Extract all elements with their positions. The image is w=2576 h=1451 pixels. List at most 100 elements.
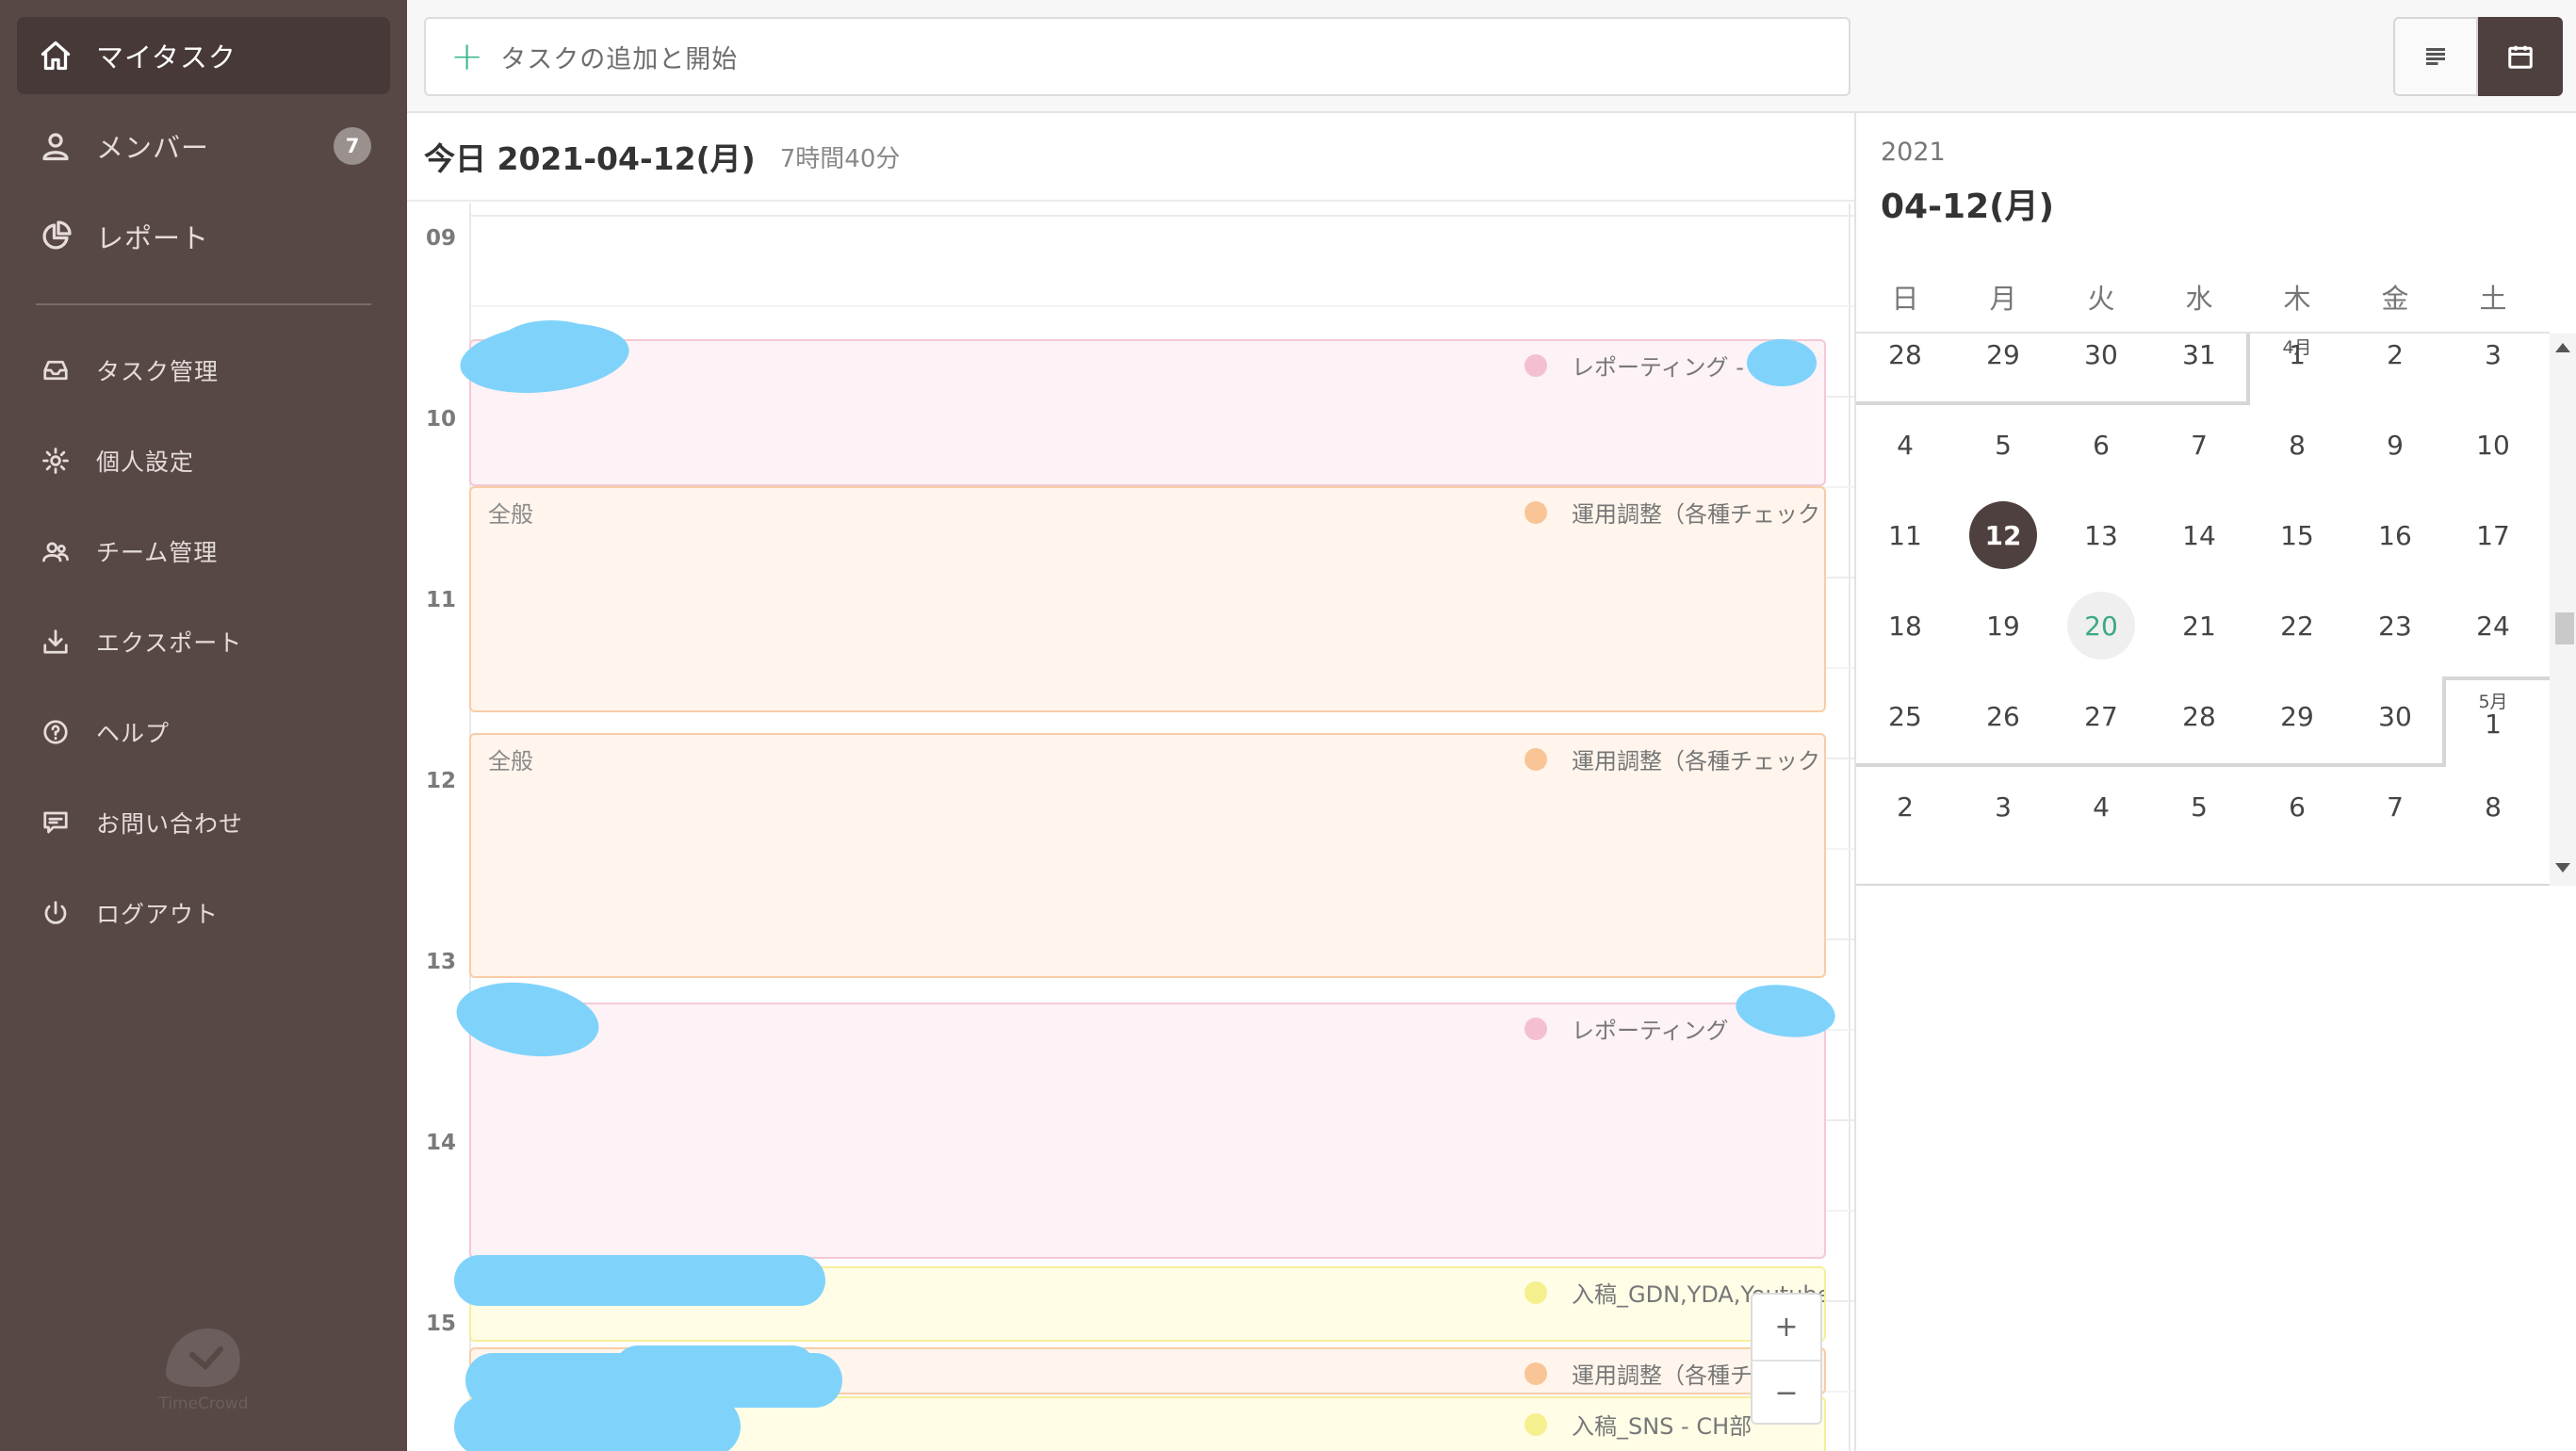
time-entry[interactable]: 全般 運用調整（各種チェック bbox=[469, 486, 1826, 712]
sidebar-item-team-management[interactable]: チーム管理 bbox=[17, 513, 390, 590]
calendar-day[interactable]: 8 bbox=[2248, 399, 2346, 490]
task-color-dot bbox=[1524, 747, 1547, 771]
task-color-dot bbox=[1524, 1280, 1547, 1304]
sidebar-item-label: メンバー bbox=[96, 132, 210, 164]
list-view-button[interactable] bbox=[2393, 17, 2478, 96]
calendar-day[interactable]: 4月 1 bbox=[2248, 309, 2346, 399]
calendar-day[interactable]: 25 bbox=[1856, 671, 1954, 761]
calendar-day[interactable]: 15 bbox=[2248, 490, 2346, 580]
scroll-down-arrow-icon[interactable] bbox=[2555, 863, 2570, 872]
sidebar-item-members[interactable]: メンバー 7 bbox=[17, 107, 390, 185]
calendar-day[interactable]: 11 bbox=[1856, 490, 1954, 580]
day-title: 今日 2021-04-12(月) bbox=[424, 140, 756, 177]
plus-icon: + bbox=[450, 33, 484, 79]
calendar-day[interactable]: 2 bbox=[2346, 309, 2444, 399]
sidebar-item-help[interactable]: ヘルプ bbox=[17, 693, 390, 771]
calendar-day[interactable]: 22 bbox=[2248, 580, 2346, 671]
sidebar-item-logout[interactable]: ログアウト bbox=[17, 874, 390, 952]
sidebar-item-label: お問い合わせ bbox=[96, 810, 244, 838]
calendar-day[interactable]: 4 bbox=[2052, 761, 2150, 852]
time-entry[interactable]: 全般 運用調整（各種チェック bbox=[469, 733, 1826, 978]
calendar-day[interactable]: 28 bbox=[1856, 309, 1954, 399]
calendar-day[interactable]: 7 bbox=[2150, 399, 2248, 490]
calendar-day[interactable]: 4 bbox=[1856, 399, 1954, 490]
calendar-day[interactable]: 26 bbox=[1954, 671, 2052, 761]
calendar-day[interactable]: 5 bbox=[2150, 761, 2248, 852]
calendar-scrollbar-thumb[interactable] bbox=[2555, 612, 2574, 644]
timeline-right-line bbox=[1849, 204, 1850, 1451]
calendar-scrollbar[interactable] bbox=[2550, 334, 2576, 886]
calendar-day[interactable]: 29 bbox=[2248, 671, 2346, 761]
calendar-day[interactable]: 17 bbox=[2444, 490, 2542, 580]
redaction-mark bbox=[454, 1396, 741, 1451]
add-task-input[interactable]: + タスクの追加と開始 bbox=[424, 17, 1850, 96]
hour-label: 11 bbox=[426, 588, 457, 612]
home-icon bbox=[36, 36, 75, 75]
sidebar-item-my-tasks[interactable]: マイタスク bbox=[17, 17, 390, 94]
sidebar-item-personal-settings[interactable]: 個人設定 bbox=[17, 422, 390, 499]
calendar-day[interactable]: 8 bbox=[2444, 761, 2542, 852]
calendar-day[interactable]: 5 bbox=[1954, 399, 2052, 490]
calendar-day[interactable]: 24 bbox=[2444, 580, 2542, 671]
calendar-day[interactable]: 29 bbox=[1954, 309, 2052, 399]
logo-text: TimeCrowd bbox=[158, 1394, 249, 1413]
calendar-day[interactable]: 2 bbox=[1856, 761, 1954, 852]
calendar-day[interactable]: 3 bbox=[1954, 761, 2052, 852]
calendar-day[interactable]: 23 bbox=[2346, 580, 2444, 671]
sidebar-item-report[interactable]: レポート bbox=[17, 198, 390, 275]
calendar-day[interactable]: 3 bbox=[2444, 309, 2542, 399]
calendar-day[interactable]: 6 bbox=[2052, 399, 2150, 490]
time-entry[interactable]: レポーティング bbox=[469, 1003, 1826, 1259]
calendar-day[interactable]: 18 bbox=[1856, 580, 1954, 671]
timeline[interactable]: 09 10 11 12 13 14 15 レポーティング - 全般 運用調整（各… bbox=[407, 204, 1854, 1451]
calendar-day[interactable]: 31 bbox=[2150, 309, 2248, 399]
entry-task: 運用調整（各種チェック bbox=[1524, 742, 1820, 775]
entry-category: 全般 bbox=[488, 501, 533, 528]
sidebar-item-label: 個人設定 bbox=[96, 448, 195, 476]
calendar-day[interactable]: 6 bbox=[2248, 761, 2346, 852]
calendar-day[interactable]: 30 bbox=[2346, 671, 2444, 761]
redaction-mark bbox=[614, 1345, 816, 1393]
entry-task: レポーティング - bbox=[1524, 349, 1744, 382]
calendar-day-hover[interactable]: 20 bbox=[2052, 580, 2150, 671]
calendar-day[interactable]: 21 bbox=[2150, 580, 2248, 671]
calendar-icon bbox=[2508, 45, 2533, 69]
calendar-day[interactable]: 16 bbox=[2346, 490, 2444, 580]
user-icon bbox=[36, 126, 75, 166]
scroll-up-arrow-icon[interactable] bbox=[2555, 343, 2570, 352]
half-hour-line bbox=[471, 305, 1854, 307]
entry-task-label: 運用調整（各種チェック bbox=[1572, 748, 1820, 774]
pie-chart-icon bbox=[36, 217, 75, 256]
calendar-day[interactable]: 9 bbox=[2346, 399, 2444, 490]
task-color-dot bbox=[1524, 353, 1547, 377]
sidebar-item-contact[interactable]: お問い合わせ bbox=[17, 784, 390, 861]
redaction-mark bbox=[499, 320, 603, 367]
zoom-out-button[interactable]: − bbox=[1753, 1360, 1820, 1425]
calendar-grid: 28 29 30 31 4月 1 2 3 4 5 6 7 8 9 10 11 12… bbox=[1856, 334, 2550, 886]
calendar-day[interactable]: 10 bbox=[2444, 399, 2542, 490]
zoom-in-button[interactable]: + bbox=[1753, 1295, 1820, 1360]
calendar-day[interactable]: 28 bbox=[2150, 671, 2248, 761]
team-icon bbox=[36, 531, 75, 571]
calendar-day[interactable]: 7 bbox=[2346, 761, 2444, 852]
sidebar-item-label: レポート bbox=[96, 222, 210, 254]
task-color-dot bbox=[1524, 1361, 1547, 1385]
calendar-day-today[interactable]: 12 bbox=[1954, 490, 2052, 580]
redaction-mark bbox=[1747, 339, 1817, 386]
hour-label: 09 bbox=[426, 226, 457, 251]
entry-task-label: 運用調整（各種チ bbox=[1572, 1362, 1753, 1389]
calendar-day[interactable]: 27 bbox=[2052, 671, 2150, 761]
calendar-day[interactable]: 14 bbox=[2150, 490, 2248, 580]
zoom-controls: + − bbox=[1751, 1293, 1822, 1425]
time-entry[interactable]: レポーティング - bbox=[469, 339, 1826, 486]
calendar-day[interactable]: 19 bbox=[1954, 580, 2052, 671]
sidebar-item-label: エクスポート bbox=[96, 629, 243, 657]
calendar-day[interactable]: 5月 1 bbox=[2444, 671, 2542, 761]
sidebar-item-export[interactable]: エクスポート bbox=[17, 603, 390, 680]
sidebar-item-label: チーム管理 bbox=[96, 539, 219, 566]
task-color-dot bbox=[1524, 1017, 1547, 1040]
calendar-day[interactable]: 30 bbox=[2052, 309, 2150, 399]
calendar-day[interactable]: 13 bbox=[2052, 490, 2150, 580]
sidebar-item-task-management[interactable]: タスク管理 bbox=[17, 332, 390, 409]
calendar-view-button[interactable] bbox=[2478, 17, 2563, 96]
